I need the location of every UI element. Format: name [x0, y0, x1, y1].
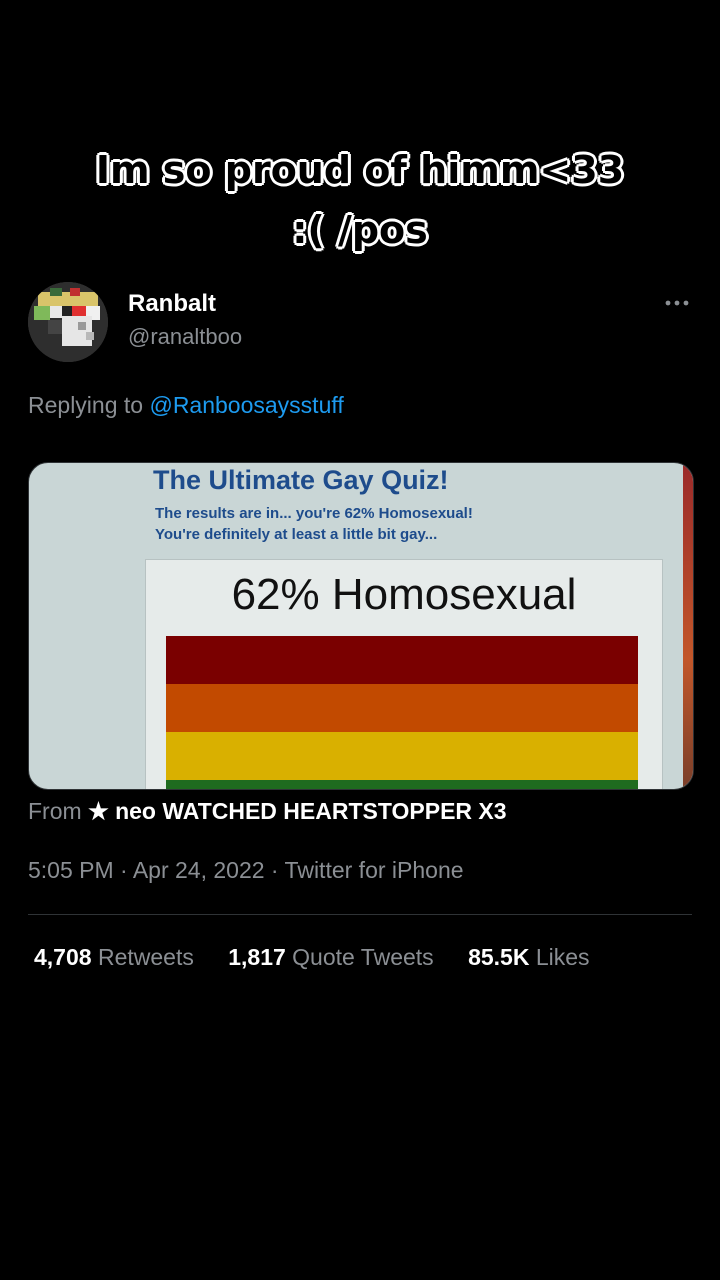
source-attribution: From ★ neo WATCHED HEARTSTOPPER X3 [28, 798, 507, 825]
from-prefix: From [28, 798, 82, 824]
tweet-media-image[interactable]: The Ultimate Gay Quiz! The results are i… [28, 462, 694, 790]
flag-band-orange [166, 684, 638, 732]
quote-tweets-stat[interactable]: 1,817 Quote Tweets [228, 944, 433, 971]
reply-prefix: Replying to [28, 392, 144, 418]
quote-tweets-count: 1,817 [228, 944, 286, 970]
flag-band-green [166, 780, 638, 789]
flag-band-yellow [166, 732, 638, 780]
likes-stat[interactable]: 85.5K Likes [468, 944, 589, 971]
caption-line-2: :( /pos [292, 208, 428, 252]
tweet-timestamp[interactable]: 5:05 PM · Apr 24, 2022 · Twitter for iPh… [28, 857, 464, 884]
avatar-pixel-art [28, 282, 108, 362]
quiz-result-box: 62% Homosexual [145, 559, 663, 789]
rainbow-flag [166, 636, 638, 789]
retweets-stat[interactable]: 4,708 Retweets [34, 944, 194, 971]
source-account-link[interactable]: ★ neo WATCHED HEARTSTOPPER X3 [88, 798, 506, 824]
retweets-count: 4,708 [34, 944, 92, 970]
quiz-subtitle: The results are in... you're 62% Homosex… [155, 503, 473, 545]
more-horizontal-icon[interactable] [662, 288, 692, 318]
retweets-label: Retweets [97, 944, 194, 970]
quiz-subtitle-line-2: You're definitely at least a little bit … [155, 526, 438, 543]
tweet-stats: 4,708 Retweets 1,817 Quote Tweets 85.5K … [34, 944, 618, 971]
media-edge-strip [683, 463, 693, 789]
flag-band-red [166, 636, 638, 684]
quiz-title: The Ultimate Gay Quiz! [153, 465, 449, 495]
divider [28, 914, 692, 915]
reply-context: Replying to @Ranboosaysstuff [28, 392, 344, 419]
reply-mention-link[interactable]: @Ranboosaysstuff [149, 392, 343, 418]
quote-tweets-label: Quote Tweets [292, 944, 434, 970]
video-caption: Im so proud of himm<33 :( /pos [0, 140, 720, 260]
quiz-subtitle-line-1: The results are in... you're 62% Homosex… [155, 505, 473, 522]
avatar[interactable] [28, 282, 108, 362]
caption-line-1: Im so proud of himm<33 [95, 148, 625, 192]
likes-label: Likes [535, 944, 590, 970]
tweet-header: Ranbalt @ranaltboo [28, 282, 692, 364]
user-handle[interactable]: @ranaltboo [128, 324, 242, 350]
quiz-result-text: 62% Homosexual [231, 570, 577, 619]
display-name[interactable]: Ranbalt [128, 290, 216, 318]
likes-count: 85.5K [468, 944, 530, 970]
